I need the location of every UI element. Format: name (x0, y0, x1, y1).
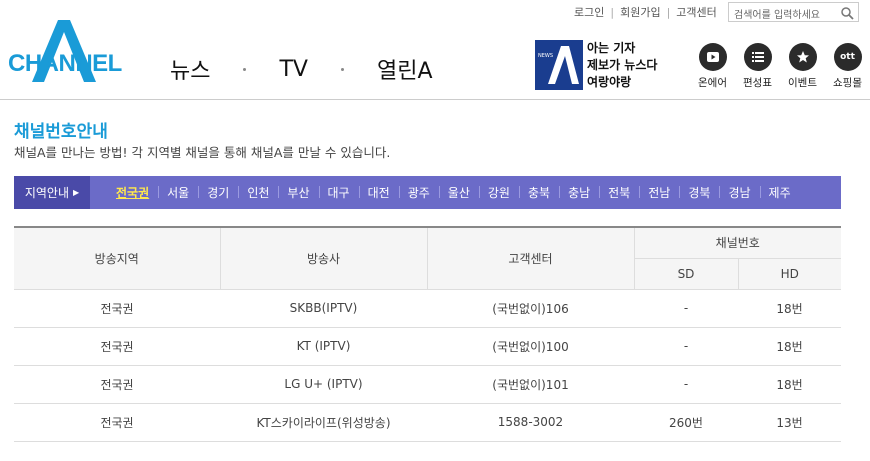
col-header-customer-center: 고객센터 (427, 226, 635, 290)
tab-region-busan[interactable]: 부산 (278, 184, 318, 201)
tab-region-jeonbuk[interactable]: 전북 (599, 184, 639, 201)
promo-logo: NEWS (535, 40, 583, 90)
table-row: 전국권 KT (IPTV) (국번없이)100 - 18번 (14, 327, 841, 366)
table-row: 전국권 KT스카이라이프(위성방송) 1588-3002 260번 13번 (14, 403, 841, 442)
cell-hd: 13번 (738, 403, 841, 442)
event-label: 이벤트 (788, 77, 817, 89)
quick-menu: 온에어 편성표 이벤트 ott 쇼핑몰 (690, 43, 870, 90)
channel-table: 방송지역 방송사 고객센터 채널번호 SD HD 전국권 SKBB(IPTV) … (14, 226, 841, 442)
tab-region-chungbuk[interactable]: 충북 (518, 184, 559, 201)
cell-hd: 18번 (738, 327, 841, 366)
region-tabs: 전국권 서울 경기 인천 부산 대구 대전 광주 울산 강원 충북 충남 전북 … (116, 184, 800, 201)
promo-line: 제보가 뉴스다 (587, 58, 658, 72)
col-header-broadcaster: 방송사 (220, 226, 428, 290)
customer-center-link[interactable]: 고객센터 (676, 4, 716, 20)
cell-broadcaster: KT스카이라이프(위성방송) (220, 403, 427, 442)
news-promo-banner[interactable]: NEWS 아는 기자 제보가 뉴스다 여랑야랑 (535, 40, 665, 90)
nav-open-a[interactable]: 열린A (377, 53, 433, 85)
cell-sd: - (634, 327, 738, 366)
tab-region-daejeon[interactable]: 대전 (358, 184, 399, 201)
promo-line: 아는 기자 (587, 41, 636, 55)
ott-icon: ott (833, 43, 862, 71)
promo-badge: NEWS (538, 53, 554, 59)
tab-region-gyeonggi[interactable]: 경기 (198, 184, 238, 201)
tab-region-daegu[interactable]: 대구 (318, 184, 359, 201)
cell-customer-center: 1588-3002 (427, 403, 634, 442)
arrow-right-icon: ▶ (73, 188, 80, 197)
tab-region-gyeongnam[interactable]: 경남 (719, 184, 759, 201)
divider: | (666, 5, 671, 19)
tab-region-jeonnam[interactable]: 전남 (639, 184, 679, 201)
table-row: 전국권 LG U+ (IPTV) (국번없이)101 - 18번 (14, 365, 841, 404)
search-box (728, 2, 859, 25)
cell-region: 전국권 (14, 289, 220, 328)
onair-label: 온에어 (698, 77, 727, 89)
tab-region-jeju[interactable]: 제주 (759, 184, 800, 201)
cell-region: 전국권 (14, 327, 220, 366)
cell-customer-center: (국번없이)106 (427, 289, 634, 328)
search-icon[interactable] (840, 6, 854, 20)
cell-sd: 260번 (634, 403, 738, 442)
search-input[interactable] (729, 6, 837, 25)
event-button[interactable]: 이벤트 (780, 43, 825, 90)
cell-broadcaster: KT (IPTV) (220, 327, 427, 366)
page-title: 채널번호안내 (14, 122, 108, 142)
nav-news[interactable]: 뉴스 (170, 53, 210, 85)
tab-region-incheon[interactable]: 인천 (238, 184, 278, 201)
cell-broadcaster: SKBB(IPTV) (220, 289, 427, 328)
tab-region-gwangju[interactable]: 광주 (398, 184, 439, 201)
shop-label: 쇼핑몰 (833, 77, 862, 89)
tab-region-chungnam[interactable]: 충남 (559, 184, 599, 201)
tab-region-nationwide[interactable]: 전국권 (116, 184, 158, 201)
utility-links: 로그인 | 회원가입 | 고객센터 (574, 4, 717, 20)
promo-line: 여랑야랑 (587, 75, 632, 89)
logo-text: CHANNEL (8, 50, 122, 77)
onair-button[interactable]: 온에어 (690, 43, 735, 90)
tab-region-ulsan[interactable]: 울산 (438, 184, 479, 201)
nav-separator (340, 67, 344, 71)
nav-separator (243, 67, 247, 71)
cell-sd: - (634, 365, 738, 404)
region-tab-bar: 지역안내 ▶ 전국권 서울 경기 인천 부산 대구 대전 광주 울산 강원 충북… (14, 176, 841, 209)
ott-icon-text: ott (840, 52, 855, 62)
col-header-region: 방송지역 (14, 226, 221, 290)
page-description: 채널A를 만나는 방법! 각 지역별 채널을 통해 채널A를 만날 수 있습니다… (14, 145, 391, 160)
schedule-label: 편성표 (743, 77, 772, 89)
play-icon (698, 43, 727, 71)
star-icon (788, 43, 817, 71)
tab-region-gyeongbuk[interactable]: 경북 (679, 184, 719, 201)
tab-region-gangwon[interactable]: 강원 (478, 184, 519, 201)
shop-button[interactable]: ott 쇼핑몰 (825, 43, 870, 90)
signup-link[interactable]: 회원가입 (620, 4, 660, 20)
cell-customer-center: (국번없이)100 (427, 327, 634, 366)
cell-hd: 18번 (738, 289, 841, 328)
tab-region-seoul[interactable]: 서울 (158, 184, 198, 201)
promo-a-mark (548, 46, 579, 84)
cell-hd: 18번 (738, 365, 841, 404)
channel-a-logo[interactable]: CHANNEL (8, 20, 122, 94)
col-header-hd: HD (738, 258, 841, 290)
col-header-sd: SD (634, 258, 739, 290)
cell-sd: - (634, 289, 738, 328)
col-header-channel: 채널번호 (634, 226, 841, 259)
table-row: 전국권 SKBB(IPTV) (국번없이)106 - 18번 (14, 289, 841, 328)
nav-tv[interactable]: TV (279, 57, 308, 82)
promo-text: 아는 기자 제보가 뉴스다 여랑야랑 (583, 40, 657, 90)
region-guide-toggle[interactable]: 지역안내 ▶ (14, 176, 90, 209)
header-divider (0, 99, 870, 100)
login-link[interactable]: 로그인 (574, 4, 604, 20)
main-nav: 뉴스 TV 열린A (170, 53, 433, 85)
cell-broadcaster: LG U+ (IPTV) (220, 365, 427, 404)
schedule-button[interactable]: 편성표 (735, 43, 780, 90)
region-guide-label: 지역안내 (24, 186, 69, 200)
cell-region: 전국권 (14, 403, 220, 442)
divider: | (610, 5, 615, 19)
cell-customer-center: (국번없이)101 (427, 365, 634, 404)
cell-region: 전국권 (14, 365, 220, 404)
list-icon (743, 43, 772, 71)
